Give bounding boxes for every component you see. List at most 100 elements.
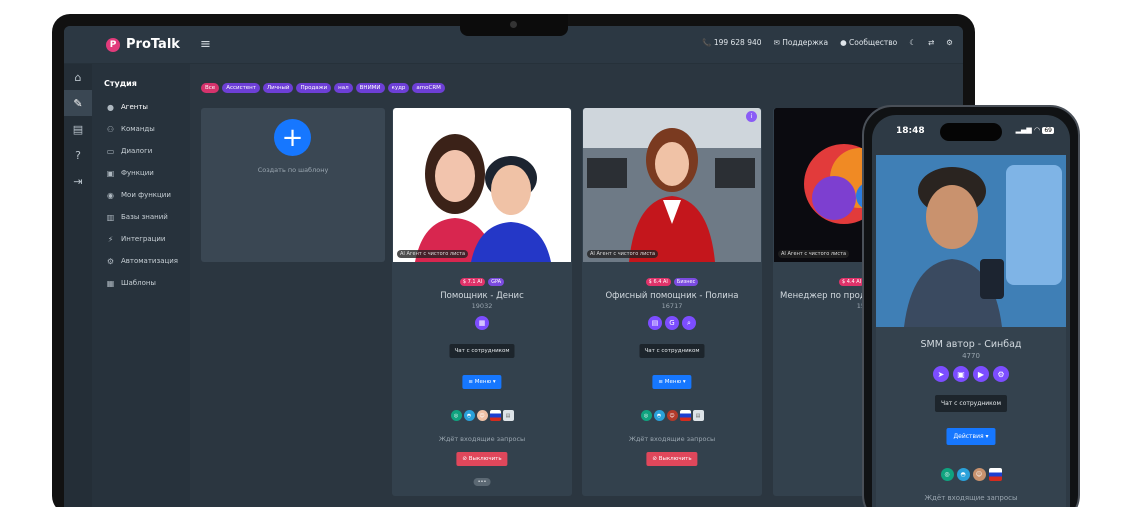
filter-tag[interactable]: Личный (262, 83, 294, 93)
agent-chips: $ 6.4 AI Бизнес (582, 278, 762, 286)
phone-number: 199 628 940 (713, 38, 762, 47)
phone-actions-button[interactable]: Действия ▾ (946, 428, 996, 445)
home-icon[interactable]: ⌂ (64, 64, 92, 90)
person-icon: ☺ (972, 468, 986, 481)
sidebar-item-functions[interactable]: ▣ Функции (92, 162, 190, 184)
chat-button[interactable]: Чат с сотрудником (449, 344, 515, 358)
knowledge-icon: ▥ (106, 212, 115, 222)
support-link[interactable]: ✉ Поддержка (774, 38, 829, 47)
sidebar-item-teams[interactable]: ⚇ Команды (92, 118, 190, 140)
chat-icon: ◓ (653, 410, 665, 421)
sidebar-item-label: Автоматизация (121, 257, 179, 265)
filter-tags: Все Ассистент Личный Продажи нал ВНИМИ к… (201, 83, 445, 93)
sidebar-item-knowledge[interactable]: ▥ Базы знаний (92, 206, 190, 228)
agent-badge: AI Агент с чистого листа (397, 250, 469, 258)
sidebar-item-label: Команды (121, 125, 155, 133)
laptop-screen: P ProTalk ≡ 📞 199 628 940 ✉ Поддержка ● … (64, 26, 963, 507)
community-link[interactable]: ● Сообщество (840, 38, 897, 47)
phone-status-bar: ▂▄▆ ◠ 69 (1015, 126, 1054, 134)
agent-channels: ◎ ◓ ☺ ▤ (392, 410, 572, 421)
sidebar-item-label: Мои функции (121, 191, 171, 199)
openai-icon: ◎ (450, 410, 462, 421)
disable-button[interactable]: ⊘ Выключить (456, 452, 508, 466)
agent-card: AI Агент с чистого листа i $ 6.4 AI Бизн… (582, 108, 762, 496)
phone-agent-name: SMM автор - Синбад (920, 339, 1022, 350)
menu-button[interactable]: ≡ Меню ▾ (652, 375, 692, 389)
device-mockup: P ProTalk ≡ 📞 199 628 940 ✉ Поддержка ● … (0, 0, 1130, 507)
logo[interactable]: P ProTalk (106, 37, 180, 52)
doc-icon: ▤ (648, 316, 662, 330)
gear-icon: ⚙ (106, 256, 115, 266)
russian-flag-icon (988, 468, 1002, 481)
model-chip: GPA (488, 278, 505, 286)
sidebar-item-automation[interactable]: ⚙ Автоматизация (92, 250, 190, 272)
create-from-template-label: Создать по шаблону (257, 166, 329, 174)
sidebar-item-my-functions[interactable]: ◉ Мои функции (92, 184, 190, 206)
edit-icon[interactable]: ✎ (64, 90, 92, 116)
filter-tag[interactable]: Продажи (296, 83, 332, 93)
help-icon[interactable]: ? (64, 142, 92, 168)
google-icon: G (665, 316, 679, 330)
phone-agent-status: Ждёт входящие запросы (924, 494, 1018, 502)
dialog-icon: ▭ (106, 146, 115, 156)
camera-notch (460, 14, 568, 36)
sidebar: Студия ● Агенты ⚇ Команды ▭ Диалоги ▣ Функци… (92, 64, 190, 507)
image-icon: ▣ (953, 366, 969, 382)
document-icon: ▤ (502, 410, 514, 421)
filter-tag[interactable]: amoCRM (412, 83, 445, 93)
plug-icon: ⚡ (107, 234, 114, 244)
filter-tag[interactable]: кудр (387, 83, 410, 93)
sidebar-item-integrations[interactable]: ⚡ Интеграции (92, 228, 190, 250)
library-icon[interactable]: ▤ (64, 116, 92, 142)
settings-icon: ⚙ (993, 366, 1009, 382)
phone-screen: 18:48 ▂▄▆ ◠ 69 SMM автор - Синбад 4770 ➤… (872, 115, 1070, 507)
team-icon: ⚇ (106, 124, 115, 134)
agent-card: AI Агент с чистого листа $ 7.1 AI GPA По… (392, 108, 572, 496)
disable-button[interactable]: ⊘ Выключить (646, 452, 698, 466)
openai-icon: ◎ (640, 410, 652, 421)
agent-name: Помощник - Денис (440, 291, 524, 301)
filter-tag[interactable]: Все (201, 83, 220, 93)
search-icon: ⌕ (682, 316, 696, 330)
chat-button[interactable]: Чат с сотрудником (639, 344, 705, 358)
theme-toggle-icon[interactable]: ☾ (909, 38, 916, 47)
phone-agent-avatar (876, 155, 1066, 327)
create-agent-card[interactable]: + Создать по шаблону (201, 108, 385, 262)
sidebar-item-label: Агенты (121, 103, 148, 111)
filter-tag[interactable]: ВНИМИ (355, 83, 385, 93)
translate-icon[interactable]: ⇄ (928, 38, 934, 47)
sidebar-item-agents[interactable]: ● Агенты (92, 96, 190, 118)
phone-agent-tools: ➤ ▣ ▶ ⚙ (876, 366, 1066, 382)
filter-tag[interactable]: Ассистент (222, 83, 260, 93)
person-icon: ☺ (666, 410, 678, 421)
sidebar-item-templates[interactable]: ▦ Шаблоны (92, 272, 190, 294)
logout-icon[interactable]: ⇥ (64, 168, 92, 194)
agent-badge: AI Агент с чистого листа (587, 250, 659, 258)
more-button[interactable]: ••• (473, 478, 491, 486)
settings-icon[interactable]: ⚙ (946, 38, 953, 47)
chat-icon: ◓ (463, 410, 475, 421)
chat-icon: ◓ (956, 468, 970, 481)
document-icon: ▤ (692, 410, 704, 421)
battery-icon: 69 (1042, 127, 1054, 134)
filter-tag[interactable]: нал (334, 83, 353, 93)
agent-tools: ▦ (392, 316, 572, 330)
phone-link[interactable]: 📞 199 628 940 (702, 38, 761, 47)
phone-agent-channels: ◎ ◓ ☺ (876, 468, 1066, 481)
russian-flag-icon (489, 410, 501, 421)
sidebar-title: Студия (104, 79, 137, 88)
info-icon[interactable]: i (746, 111, 757, 122)
person-icon: ☺ (476, 410, 488, 421)
top-bar-actions: 📞 199 628 940 ✉ Поддержка ● Сообщество ☾… (702, 38, 953, 47)
laptop-frame: P ProTalk ≡ 📞 199 628 940 ✉ Поддержка ● … (52, 14, 975, 507)
menu-button[interactable]: ≡ Меню ▾ (462, 375, 502, 389)
sidebar-item-dialogs[interactable]: ▭ Диалоги (92, 140, 190, 162)
phone-chat-button[interactable]: Чат с сотрудником (934, 395, 1008, 412)
price-chip: $ 4.4 AI (839, 278, 865, 286)
play-icon: ▶ (973, 366, 989, 382)
agent-channels: ◎ ◓ ☺ ▤ (582, 410, 762, 421)
agent-avatar: AI Агент с чистого листа (393, 108, 571, 262)
menu-toggle-icon[interactable]: ≡ (200, 37, 211, 52)
category-chip: Бизнес (673, 278, 699, 286)
plus-icon[interactable]: + (274, 119, 311, 156)
